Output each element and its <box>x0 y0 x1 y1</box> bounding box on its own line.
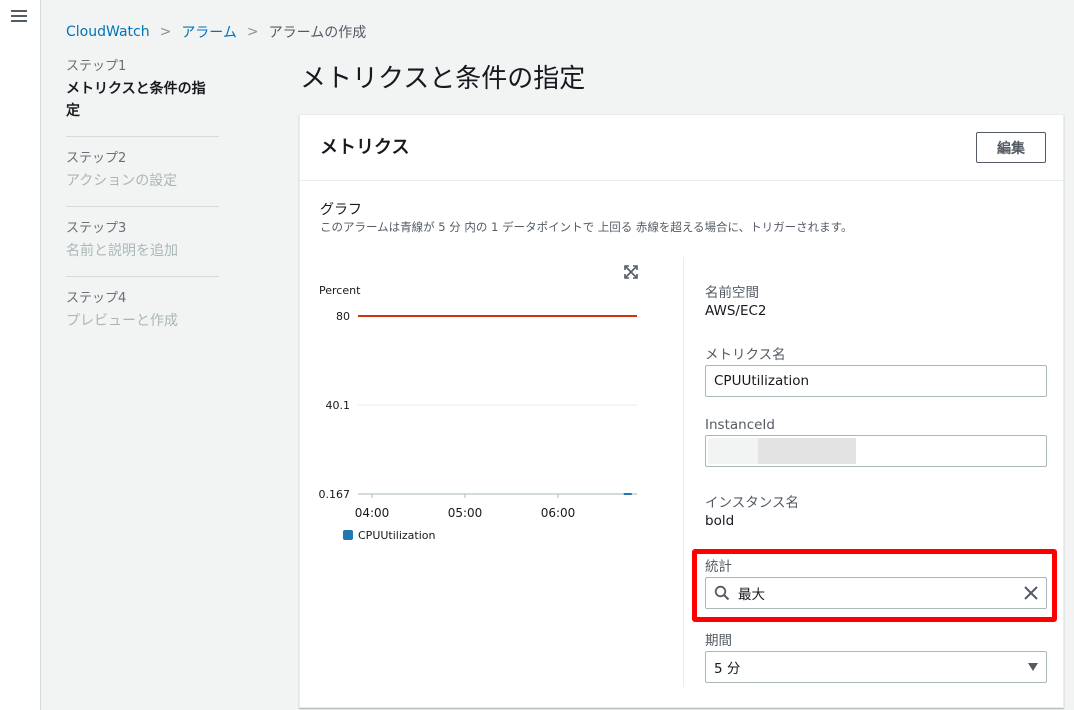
vertical-divider <box>683 257 684 687</box>
series-point <box>623 493 632 495</box>
instance-name-label: インスタンス名 <box>705 495 799 511</box>
metric-name-label: メトリクス名 <box>705 347 786 363</box>
step-2: ステップ2 アクションの設定 <box>66 150 219 207</box>
statistic-value: 最大 <box>738 587 765 603</box>
redacted-value <box>708 438 856 464</box>
page-title: メトリクスと条件の指定 <box>300 64 586 94</box>
menu-icon[interactable] <box>11 10 27 24</box>
chevron-right-icon: > <box>246 24 259 40</box>
step-1: ステップ1 メトリクスと条件の指定 <box>66 58 219 137</box>
period-value: 5 分 <box>714 661 741 677</box>
x-tick-label: 04:00 <box>355 506 390 520</box>
x-tick-label: 06:00 <box>541 506 576 520</box>
y-axis-label: Percent <box>319 284 361 297</box>
instance-id-group: InstanceId <box>705 417 1047 467</box>
period-label: 期間 <box>705 633 732 649</box>
search-icon <box>714 585 730 601</box>
legend-label: CPUUtilization <box>358 529 436 542</box>
namespace-group: 名前空間 AWS/EC2 <box>705 281 767 319</box>
period-group: 期間 5 分 <box>705 629 1047 683</box>
instance-id-label: InstanceId <box>705 417 775 433</box>
period-select[interactable]: 5 分 <box>705 651 1047 683</box>
legend-swatch <box>343 530 353 540</box>
step-3: ステップ3 名前と説明を追加 <box>66 220 219 277</box>
instance-name-value: bold <box>705 513 735 529</box>
y-tick-label: 40.1 <box>326 399 351 412</box>
step-4: ステップ4 プレビューと作成 <box>66 290 219 346</box>
step-number: ステップ2 <box>66 151 127 166</box>
statistic-search-field[interactable]: 最大 <box>705 577 1047 609</box>
wizard-steps: ステップ1 メトリクスと条件の指定 ステップ2 アクションの設定 ステップ3 名… <box>66 58 219 359</box>
step-title: 名前と説明を追加 <box>66 243 178 259</box>
statistic-group: 統計 最大 <box>705 555 1047 609</box>
step-number: ステップ3 <box>66 221 127 236</box>
breadcrumb: CloudWatch > アラーム > アラームの作成 <box>66 22 366 42</box>
namespace-label: 名前空間 <box>705 285 759 301</box>
clear-icon[interactable] <box>1024 586 1038 600</box>
chevron-right-icon: > <box>159 24 172 40</box>
step-title: メトリクスと条件の指定 <box>66 81 206 119</box>
step-number: ステップ4 <box>66 291 127 306</box>
breadcrumb-alarms[interactable]: アラーム <box>181 22 237 42</box>
caret-down-icon <box>1028 663 1038 671</box>
metric-name-group: メトリクス名 CPUUtilization <box>705 343 1047 397</box>
cpu-utilization-chart: Percent 80 40.1 0.167 04:00 05:00 06:00 CPUUtil… <box>319 284 637 542</box>
step-number: ステップ1 <box>66 59 127 74</box>
panel-title: メトリクス <box>320 137 410 158</box>
side-navigation-bar <box>0 0 41 710</box>
metrics-panel: メトリクス 編集 グラフ このアラームは青線が 5 分 内の 1 データポイント… <box>299 114 1064 708</box>
graph-label: グラフ <box>320 202 362 218</box>
y-tick-label: 80 <box>336 310 350 323</box>
edit-button[interactable]: 編集 <box>976 132 1046 163</box>
step-title: プレビューと作成 <box>66 313 178 329</box>
metric-name-value: CPUUtilization <box>714 373 810 389</box>
y-tick-label: 0.167 <box>319 488 351 501</box>
breadcrumb-cloudwatch[interactable]: CloudWatch <box>66 24 150 40</box>
namespace-value: AWS/EC2 <box>705 303 767 319</box>
graph-description: このアラームは青線が 5 分 内の 1 データポイントで 上回る 赤線を超える場… <box>320 220 853 234</box>
instance-name-group: インスタンス名 bold <box>705 491 799 529</box>
panel-header: メトリクス 編集 <box>300 115 1063 181</box>
statistic-label: 統計 <box>705 559 732 575</box>
breadcrumb-current: アラームの作成 <box>268 25 367 41</box>
metric-name-field[interactable]: CPUUtilization <box>705 365 1047 397</box>
instance-id-field[interactable] <box>705 435 1047 467</box>
x-tick-label: 05:00 <box>448 506 483 520</box>
step-title: アクションの設定 <box>66 173 178 189</box>
